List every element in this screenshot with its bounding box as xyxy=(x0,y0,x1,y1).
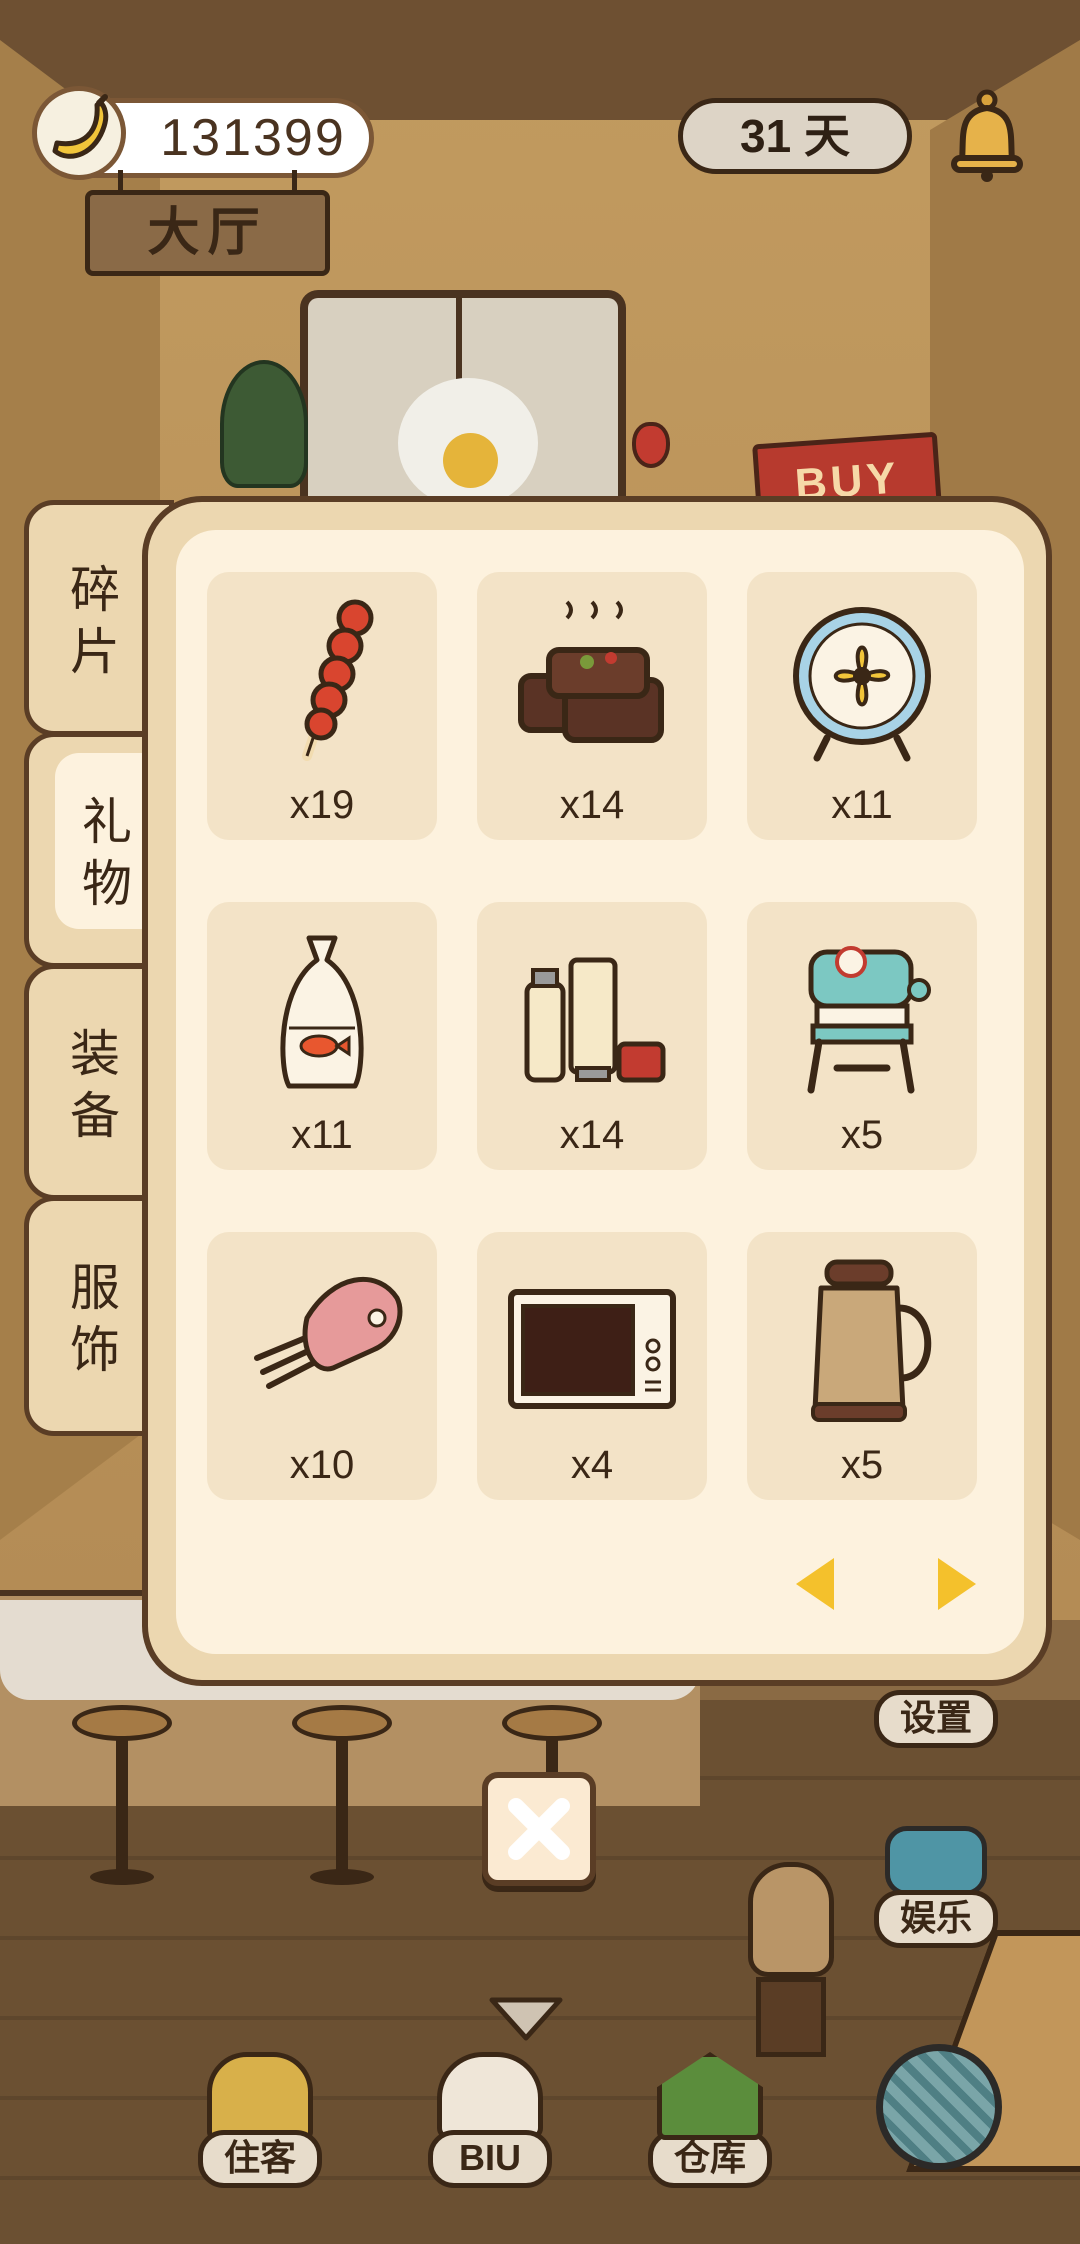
dispenser-glass xyxy=(748,1862,834,1977)
item-slot[interactable]: x19 xyxy=(207,572,437,840)
item-quantity: x19 xyxy=(289,783,355,827)
settings-button[interactable]: 设置 xyxy=(874,1690,998,1748)
tab-equipment-label-1: 装 xyxy=(70,1026,120,1082)
bar-stool xyxy=(72,1705,172,1885)
item-slot[interactable]: x5 xyxy=(747,902,977,1170)
close-icon xyxy=(508,1798,570,1860)
settings-label: 设置 xyxy=(874,1690,998,1748)
item-quantity: x5 xyxy=(840,1113,884,1157)
microwave-icon xyxy=(508,1289,676,1409)
bell-icon-graphic xyxy=(951,89,1023,182)
nav-warehouse[interactable]: 仓库 xyxy=(648,2052,772,2188)
item-quantity: x10 xyxy=(289,1443,355,1487)
item-quantity: x14 xyxy=(559,783,625,827)
fried-egg-decoration xyxy=(398,378,538,508)
item-quantity: x5 xyxy=(840,1443,884,1487)
strawberry-decoration xyxy=(632,422,670,468)
nav-guests[interactable]: 住客 xyxy=(198,2052,322,2188)
next-page-arrow-icon[interactable] xyxy=(938,1558,976,1610)
tab-clothing-label-1: 服 xyxy=(70,1260,120,1316)
close-button[interactable] xyxy=(482,1772,596,1886)
fan-icon xyxy=(793,607,931,762)
soymilk-maker-icon xyxy=(811,1259,932,1422)
item-quantity: x4 xyxy=(570,1443,614,1487)
banana-icon xyxy=(32,86,126,180)
item-quantity: x11 xyxy=(831,783,893,827)
item-slot[interactable]: x10 xyxy=(207,1232,437,1500)
skincare-bottles-icon xyxy=(524,957,666,1083)
tab-fragments-label-1: 碎 xyxy=(70,562,120,618)
tab-clothing-label-2: 饰 xyxy=(70,1322,120,1378)
days-counter: 31 天 xyxy=(678,98,912,174)
nav-biu[interactable]: BIU xyxy=(428,2052,552,2188)
item-slot[interactable]: x14 xyxy=(477,902,707,1170)
stool-leg xyxy=(116,1737,128,1877)
shaved-ice-machine-icon xyxy=(807,946,931,1094)
bar-stool xyxy=(292,1705,392,1885)
item-slot[interactable]: x11 xyxy=(747,572,977,840)
item-quantity: x11 xyxy=(291,1113,353,1157)
tab-equipment-label-2: 备 xyxy=(70,1088,120,1144)
candied-haws-icon xyxy=(302,599,374,761)
nav-guests-label: 住客 xyxy=(198,2130,322,2188)
room-name-sign: 大厅 xyxy=(85,190,330,276)
cat-icon xyxy=(437,2052,543,2140)
plant-decoration xyxy=(220,360,308,488)
dispenser-body xyxy=(756,1977,826,2057)
entertainment-label: 娱乐 xyxy=(874,1890,998,1948)
goldfish-bag-icon xyxy=(280,935,364,1089)
item-slot[interactable]: x5 xyxy=(747,1232,977,1500)
item-slot[interactable]: x11 xyxy=(207,902,437,1170)
collapse-arrow-icon[interactable] xyxy=(486,1994,566,2044)
item-quantity: x14 xyxy=(559,1113,625,1157)
tab-gifts-label-2: 物 xyxy=(82,856,132,912)
stool-seat xyxy=(72,1705,172,1741)
yarn-ball-icon[interactable] xyxy=(876,2044,1002,2170)
tab-gifts-label-1: 礼 xyxy=(82,794,132,850)
stool-base xyxy=(90,1869,154,1885)
stool-seat xyxy=(502,1705,602,1741)
stool-leg xyxy=(336,1737,348,1877)
item-slot[interactable]: x14 xyxy=(477,572,707,840)
warehouse-icon xyxy=(657,2052,763,2140)
hand-mixer-icon xyxy=(254,1276,403,1389)
tab-fragments-label-2: 片 xyxy=(70,624,120,680)
prev-page-arrow-icon[interactable] xyxy=(796,1558,834,1610)
stool-seat xyxy=(292,1705,392,1741)
gamepad-icon xyxy=(885,1826,987,1896)
bell-icon[interactable] xyxy=(944,88,1030,184)
egg-yolk xyxy=(443,433,498,488)
guest-icon xyxy=(207,2052,313,2140)
stool-base xyxy=(310,1869,374,1885)
nav-biu-label: BIU xyxy=(428,2130,552,2188)
banana-count: 131399 xyxy=(160,109,346,167)
banana-icon-graphic xyxy=(52,94,109,159)
entertainment-button[interactable]: 娱乐 xyxy=(874,1826,998,1948)
banana-dispenser[interactable] xyxy=(748,1862,838,2062)
collapse-arrow-graphic xyxy=(489,1997,563,2041)
stinky-tofu-icon xyxy=(518,600,664,743)
item-slot[interactable]: x4 xyxy=(477,1232,707,1500)
